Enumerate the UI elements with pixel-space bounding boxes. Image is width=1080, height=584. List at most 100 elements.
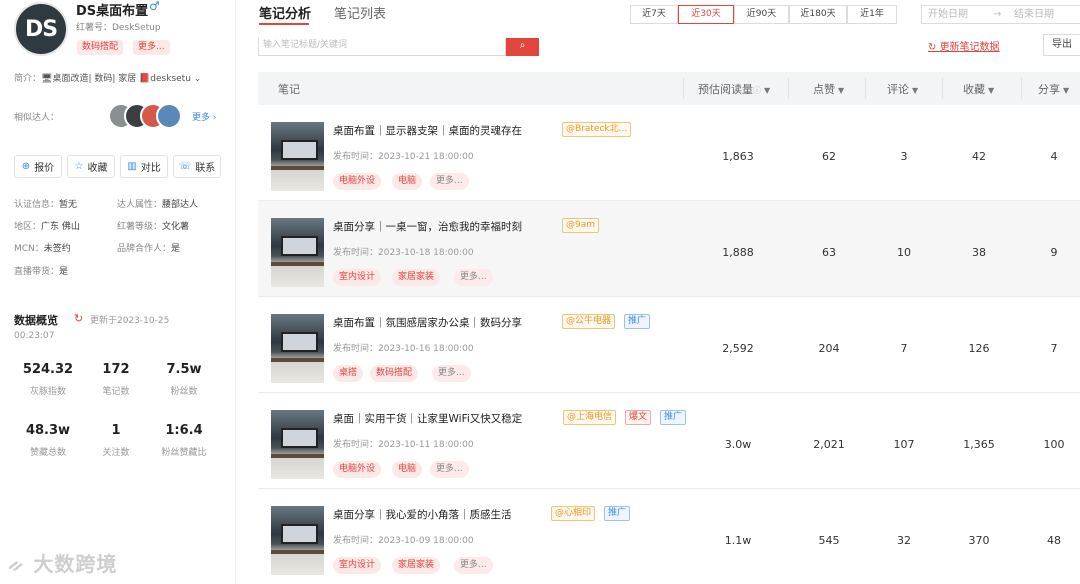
- topic-more[interactable]: 更多...: [454, 557, 493, 574]
- table-row[interactable]: 桌面布置｜氛围感居家办公桌｜数码分享 @公牛电器 推广 发布时间：2023-10…: [258, 297, 1080, 393]
- update-data-link[interactable]: ↻ 更新笔记数据: [928, 38, 1000, 53]
- topic-tag[interactable]: 电脑外设: [333, 173, 382, 190]
- table-row[interactable]: 桌面布置｜显示器支架｜桌面的灵魂存在 @Brateck北... 发布时间：202…: [258, 105, 1080, 201]
- search-button[interactable]: ⌕: [506, 38, 539, 56]
- brand-badge[interactable]: @公牛电器: [562, 314, 616, 329]
- topic-tag[interactable]: 家居家装: [392, 269, 441, 286]
- likes-value: 545: [818, 534, 840, 547]
- range-30d[interactable]: 近30天: [678, 5, 734, 24]
- note-title[interactable]: 桌面分享｜一桌一窗，治愈我的幸福时刻: [333, 219, 522, 234]
- brand-badge[interactable]: @9am: [562, 218, 600, 233]
- col-reads[interactable]: 预估阅读量ⓘ ▼: [698, 81, 770, 97]
- compare-button[interactable]: ▥ 对比: [120, 155, 168, 178]
- topic-tag[interactable]: 电脑: [392, 461, 423, 478]
- brand-badge[interactable]: @Brateck北...: [562, 122, 632, 137]
- col-likes[interactable]: 点赞 ▼: [813, 81, 844, 97]
- search-icon: ⌕: [519, 40, 526, 51]
- note-title[interactable]: 桌面布置｜显示器支架｜桌面的灵魂存在: [333, 123, 522, 138]
- publish-time: 发布时间：2023-10-16 18:00:00: [333, 344, 474, 354]
- topic-tag[interactable]: 桌搭: [333, 365, 364, 382]
- date-start[interactable]: 开始日期: [928, 6, 968, 23]
- topic-tag[interactable]: 室内设计: [333, 557, 382, 574]
- note-thumbnail[interactable]: [271, 218, 324, 287]
- note-title[interactable]: 桌面｜实用干货｜让家里WiFi又快又稳定: [333, 411, 522, 426]
- range-7d[interactable]: 近7天: [630, 5, 678, 24]
- note-title[interactable]: 桌面布置｜氛围感居家办公桌｜数码分享: [333, 315, 522, 330]
- range-180d[interactable]: 近180天: [789, 5, 847, 24]
- publish-time: 发布时间：2023-10-18 18:00:00: [333, 248, 474, 258]
- date-end[interactable]: 结束日期: [1014, 6, 1054, 23]
- notes-panel: 笔记分析 笔记列表 近7天 近30天 近90天 近180天 近1年 开始日期 →…: [237, 0, 1080, 584]
- quote-icon: ⊕: [21, 161, 31, 172]
- range-90d[interactable]: 近90天: [734, 5, 789, 24]
- stat-value: 1: [111, 423, 121, 438]
- favorite-button[interactable]: ☆ 收藏: [67, 155, 115, 178]
- similar-avatar[interactable]: [156, 103, 182, 129]
- brand-badge[interactable]: @上海电信: [563, 410, 617, 425]
- table-row[interactable]: 桌面分享｜我心爱的小角落｜质感生活 @心相印 推广 发布时间：2023-10-0…: [258, 489, 1080, 584]
- stat-label: 灰豚指数: [29, 387, 66, 397]
- sort-down-icon: ▼: [988, 86, 995, 95]
- topic-tag[interactable]: 数码搭配: [370, 365, 419, 382]
- search-input[interactable]: 输入笔记标题/关键词: [258, 38, 506, 56]
- profile-tag: 数码搭配: [77, 40, 124, 55]
- comments-value: 32: [897, 534, 911, 547]
- stat-label: 赞藏总数: [29, 448, 66, 458]
- avatar[interactable]: DS: [14, 2, 68, 56]
- info-icon: ⓘ: [753, 86, 761, 95]
- publish-time: 发布时间：2023-10-21 18:00:00: [333, 152, 474, 162]
- brand-badge[interactable]: @心相印: [551, 506, 596, 521]
- date-range-picker[interactable]: 开始日期 → 结束日期: [921, 5, 1080, 24]
- note-thumbnail[interactable]: [271, 506, 324, 575]
- arrow-right-icon: →: [993, 9, 1002, 20]
- stat-label: 笔记数: [102, 387, 130, 397]
- publish-time: 发布时间：2023-10-11 18:00:00: [333, 440, 474, 450]
- intro-label: 简介：: [14, 74, 42, 84]
- topic-tag[interactable]: 室内设计: [333, 269, 382, 286]
- reads-value: 3.0w: [724, 438, 752, 451]
- col-collects[interactable]: 收藏 ▼: [963, 81, 994, 97]
- promo-badge: 推广: [624, 314, 651, 329]
- chevron-down-icon[interactable]: ⌄: [194, 74, 202, 84]
- note-thumbnail[interactable]: [271, 314, 324, 383]
- info-cert: 认证信息：暂无: [14, 200, 78, 210]
- note-thumbnail[interactable]: [271, 122, 324, 191]
- topic-more[interactable]: 更多...: [430, 461, 469, 478]
- quote-label: 报价: [34, 163, 55, 174]
- similar-more-label: 更多: [192, 113, 211, 123]
- topic-tag[interactable]: 家居家装: [392, 557, 441, 574]
- update-time: 00:23:07: [14, 331, 55, 341]
- range-1y[interactable]: 近1年: [847, 5, 897, 24]
- collects-value: 42: [972, 150, 986, 163]
- topic-tag[interactable]: 电脑: [392, 173, 423, 190]
- profile-panel: DS DS桌面布置 ♂ 红薯号：DeskSetup 数码搭配 更多... 简介：…: [0, 0, 236, 584]
- shares-value: 7: [1050, 342, 1058, 355]
- topic-more[interactable]: 更多...: [432, 365, 471, 382]
- col-divider: [1021, 78, 1022, 99]
- shares-value: 48: [1047, 534, 1061, 547]
- similar-label: 相似达人：: [14, 113, 60, 123]
- topic-more[interactable]: 更多...: [454, 269, 493, 286]
- collects-value: 126: [968, 342, 990, 355]
- note-thumbnail[interactable]: [271, 410, 324, 479]
- col-divider: [683, 78, 684, 99]
- contact-button[interactable]: ☏ 联系: [173, 155, 221, 178]
- note-title[interactable]: 桌面分享｜我心爱的小角落｜质感生活: [333, 507, 512, 522]
- quote-button[interactable]: ⊕ 报价: [14, 155, 62, 178]
- tab-note-analysis[interactable]: 笔记分析: [259, 3, 311, 22]
- topic-more[interactable]: 更多...: [430, 173, 469, 190]
- similar-more-link[interactable]: 更多 ›: [192, 110, 216, 123]
- tab-underline: [259, 23, 309, 25]
- update-data-label: 更新笔记数据: [939, 42, 1000, 53]
- refresh-icon[interactable]: ↻: [74, 312, 83, 325]
- table-row[interactable]: 桌面｜实用干货｜让家里WiFi又快又稳定 @上海电信 爆文 推广 发布时间：20…: [258, 393, 1080, 489]
- profile-tags-more[interactable]: 更多...: [133, 40, 170, 55]
- tab-note-list[interactable]: 笔记列表: [334, 3, 386, 22]
- table-row[interactable]: 桌面分享｜一桌一窗，治愈我的幸福时刻 @9am 发布时间：2023-10-18 …: [258, 201, 1080, 297]
- info-region: 地区：广东 佛山: [14, 222, 80, 232]
- col-shares[interactable]: 分享 ▼: [1038, 81, 1069, 97]
- export-button[interactable]: 导出: [1043, 34, 1080, 56]
- table-header: 笔记 预估阅读量ⓘ ▼ 点赞 ▼ 评论 ▼ 收藏 ▼ 分享 ▼: [258, 72, 1080, 105]
- topic-tag[interactable]: 电脑外设: [333, 461, 382, 478]
- col-comments[interactable]: 评论 ▼: [887, 81, 918, 97]
